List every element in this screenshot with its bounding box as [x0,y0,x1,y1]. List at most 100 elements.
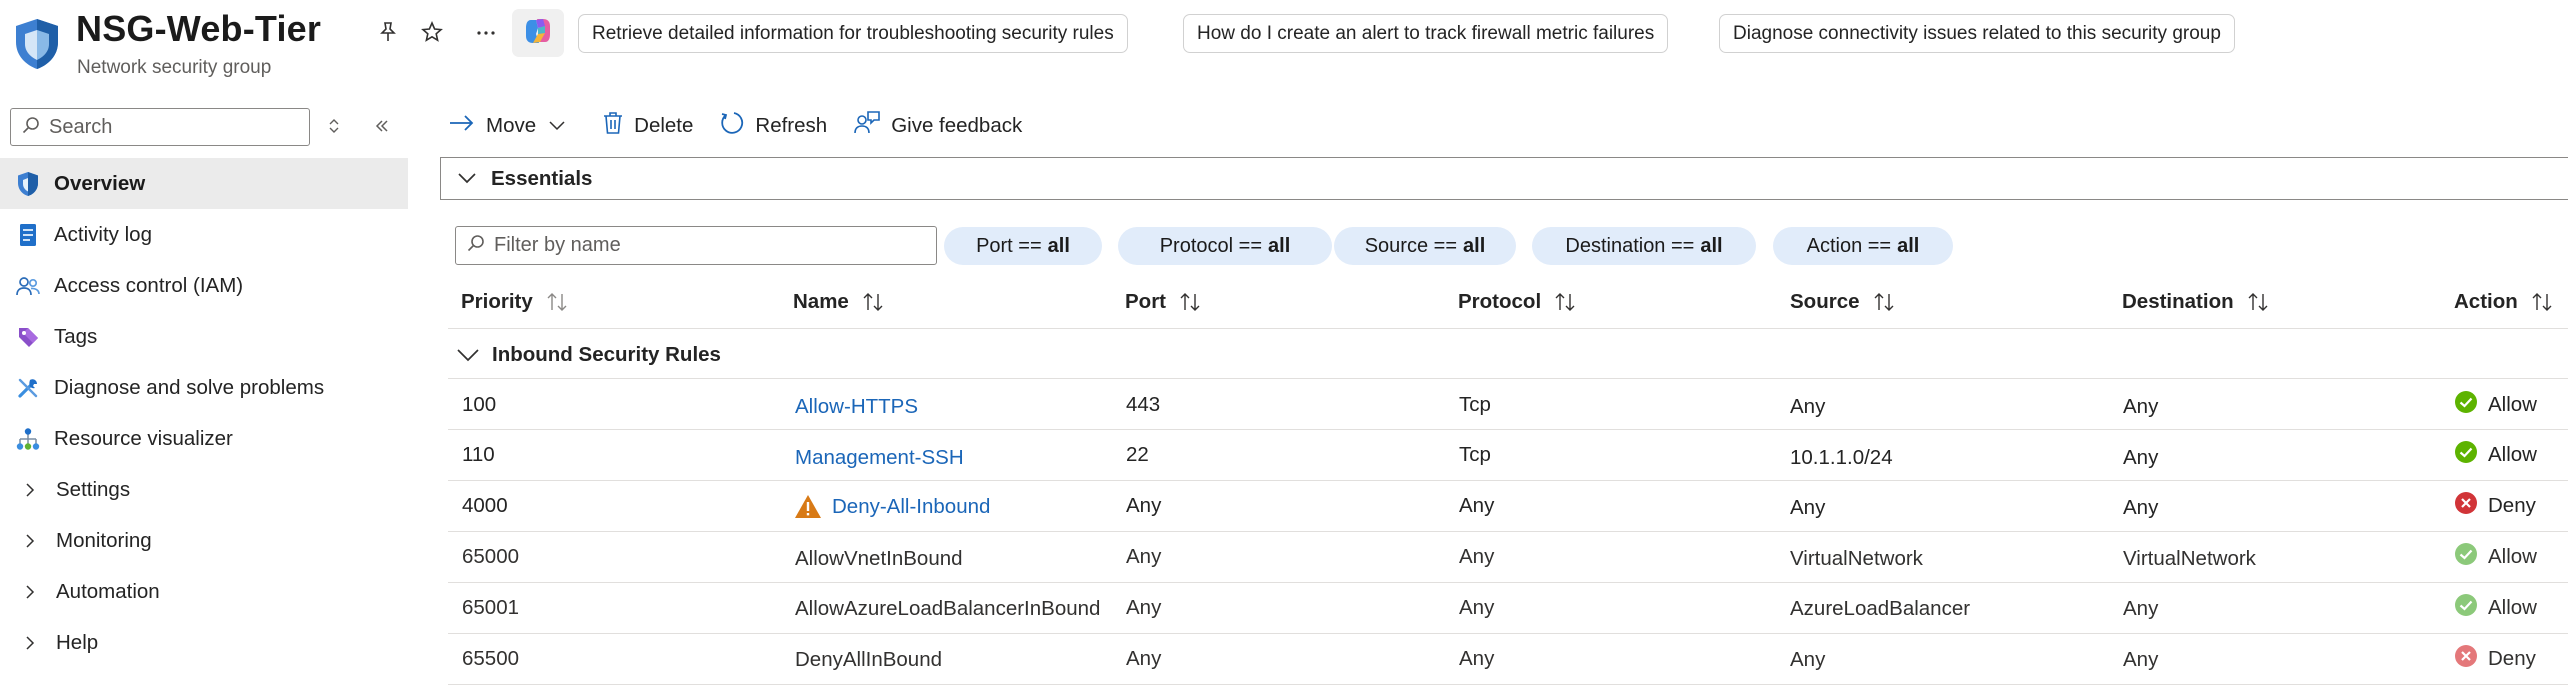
delete-label: Delete [634,114,694,137]
divider [448,378,2568,379]
menu-item-access-control[interactable]: Access control (IAM) [0,260,408,311]
feedback-label: Give feedback [891,114,1023,137]
column-header-protocol[interactable]: Protocol [1458,284,1577,320]
rule-name-link[interactable]: Management-SSH [795,443,964,473]
filter-by-name-input[interactable] [455,226,937,265]
menu-search-input[interactable] [10,108,310,146]
column-header-destination[interactable]: Destination [2122,284,2270,320]
cell-destination: Any [2123,648,2159,671]
pin-button[interactable] [368,14,408,54]
sort-icon [2246,291,2270,313]
collapse-menu-button[interactable] [366,112,398,144]
group-label: Inbound Security Rules [492,343,721,366]
column-label: Priority [461,290,533,313]
check-circle-icon [2454,390,2488,420]
wrench-icon [14,374,42,402]
menu-search-field[interactable] [49,115,299,139]
row-divider [448,582,2568,583]
chevron-right-icon [16,629,44,657]
copilot-button[interactable] [512,9,564,57]
port-filter-pill[interactable]: Port == all [944,227,1102,265]
menu-group-settings[interactable]: Settings [0,464,408,515]
menu-item-resource-visualizer[interactable]: Resource visualizer [0,413,408,464]
cell-priority: 110 [462,443,495,466]
refresh-button[interactable]: Refresh [719,110,827,142]
menu-group-automation[interactable]: Automation [0,566,408,617]
menu-item-activity-log[interactable]: Activity log [0,209,408,260]
pill-value: all [1897,234,1920,257]
refresh-label: Refresh [755,114,828,137]
destination-filter-pill[interactable]: Destination == all [1532,227,1756,265]
expand-collapse-all-button[interactable] [318,112,350,144]
more-actions-button[interactable] [466,14,506,54]
cell-protocol: Any [1459,494,1495,517]
search-icon [466,233,486,258]
cell-protocol: Tcp [1459,393,1491,416]
essentials-toggle[interactable]: Essentials [440,157,2568,200]
cell-port: Any [1126,545,1162,568]
column-header-name[interactable]: Name [793,284,885,320]
rule-name-cell: AllowVnetInBound [795,547,963,570]
menu-item-label: Diagnose and solve problems [54,375,325,399]
chevron-down-icon [456,348,492,362]
sort-icon [861,291,885,313]
inbound-rules-group-toggle[interactable]: Inbound Security Rules [456,338,721,372]
column-label: Action [2454,290,2518,313]
copilot-suggestion[interactable]: Retrieve detailed information for troubl… [578,14,1128,53]
column-header-source[interactable]: Source [1790,284,1896,320]
row-divider [448,633,2568,634]
resource-menu: Overview Activity log Access control (IA… [0,100,408,690]
essentials-label: Essentials [491,166,593,190]
column-header-action[interactable]: Action [2454,284,2554,320]
cell-priority: 65001 [462,596,520,619]
menu-item-diagnose[interactable]: Diagnose and solve problems [0,362,408,413]
copilot-suggestion[interactable]: Diagnose connectivity issues related to … [1719,14,2235,53]
hierarchy-icon [14,425,42,453]
cell-action: Allow [2454,440,2537,470]
column-header-priority[interactable]: Priority [461,284,569,320]
check-circle-icon [2454,542,2488,572]
menu-group-monitoring[interactable]: Monitoring [0,515,408,566]
check-circle-icon [2454,440,2488,470]
sort-icon [2530,291,2554,313]
menu-item-overview[interactable]: Overview [0,158,408,209]
page-title: NSG-Web-Tier [76,8,322,49]
pill-key: Destination == [1565,234,1695,257]
give-feedback-button[interactable]: Give feedback [853,110,1022,142]
row-divider [448,531,2568,532]
cell-action: Allow [2454,542,2537,572]
nsg-shield-icon [14,18,60,70]
menu-group-help[interactable]: Help [0,617,408,668]
sort-icon [1178,291,1202,313]
source-filter-pill[interactable]: Source == all [1334,227,1516,265]
menu-item-label: Activity log [54,222,152,246]
favorite-button[interactable] [412,14,452,54]
search-icon [21,115,41,140]
column-header-port[interactable]: Port [1125,284,1202,320]
protocol-filter-pill[interactable]: Protocol == all [1118,227,1332,265]
delete-button[interactable]: Delete [602,111,693,141]
action-filter-pill[interactable]: Action == all [1773,227,1953,265]
pin-icon [376,20,400,49]
filter-field[interactable] [494,234,914,257]
rule-name-cell: AllowAzureLoadBalancerInBound [795,597,1101,620]
rule-name-link[interactable]: Allow-HTTPS [795,392,918,422]
cell-port: Any [1126,596,1162,619]
pill-value: all [1268,234,1291,257]
menu-item-tags[interactable]: Tags [0,311,408,362]
cell-destination: VirtualNetwork [2123,547,2256,570]
rule-name-cell: Deny-All-Inbound [794,492,990,522]
tag-icon [14,323,42,351]
cell-source: Any [1790,496,1826,519]
copilot-suggestion[interactable]: How do I create an alert to track firewa… [1183,14,1669,53]
menu-item-label: Settings [56,477,131,501]
up-down-chevron-icon [326,117,342,140]
sort-icon [545,291,569,313]
pill-key: Action == [1806,234,1892,257]
menu-items: Overview Activity log Access control (IA… [0,158,408,668]
rule-name-link[interactable]: Deny-All-Inbound [832,495,990,519]
page-header: NSG-Web-Tier Network security group Retr… [0,0,2568,100]
move-button[interactable]: Move [448,113,576,139]
cell-source: 10.1.1.0/24 [1790,446,1893,469]
error-circle-icon [2454,644,2488,674]
